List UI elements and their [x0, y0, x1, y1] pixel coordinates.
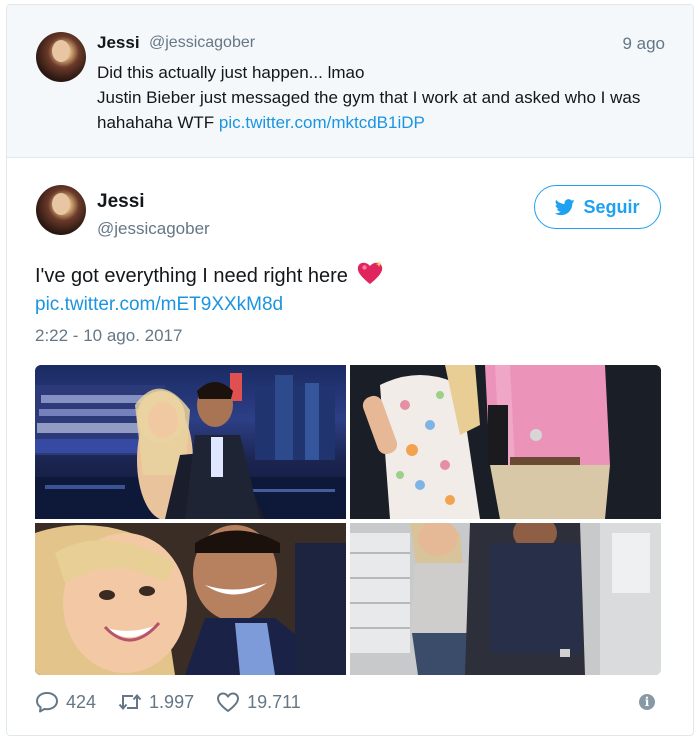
follow-label: Seguir: [583, 196, 640, 217]
tweet-pic-link[interactable]: pic.twitter.com/mET9XXkM8d: [35, 294, 283, 316]
photo-4[interactable]: [350, 523, 661, 675]
reply-icon: [36, 692, 58, 713]
parent-avatar[interactable]: [36, 32, 86, 82]
parent-tweet-text: Did this actually just happen... lmao Ju…: [97, 60, 677, 135]
photo-3-image: [35, 523, 346, 675]
author-name[interactable]: Jessi: [97, 191, 145, 213]
retweet-action[interactable]: 1.997: [118, 691, 194, 713]
parent-pic-link[interactable]: pic.twitter.com/mktcdB1iDP: [219, 113, 425, 132]
retweet-icon: [118, 693, 142, 711]
parent-text-line1: Did this actually just happen... lmao: [97, 63, 365, 82]
photo-4-image: [350, 523, 661, 675]
parent-author-name[interactable]: Jessi: [97, 33, 140, 53]
parent-timestamp[interactable]: 9 ago: [622, 34, 665, 54]
like-action[interactable]: 19.711: [216, 691, 301, 713]
parent-text-line2: Justin Bieber just messaged the gym that…: [97, 85, 677, 135]
reply-action[interactable]: 424: [35, 691, 96, 713]
parent-tweet[interactable]: Jessi @jessicagober 9 ago Did this actua…: [7, 5, 693, 158]
photo-1[interactable]: [35, 365, 346, 519]
embedded-tweet-card: Jessi @jessicagober 9 ago Did this actua…: [6, 4, 694, 736]
photo-2[interactable]: [350, 365, 661, 519]
like-count: 19.711: [247, 691, 301, 712]
heart-icon: [217, 692, 240, 712]
photo-1-image: [35, 373, 346, 519]
retweet-count: 1.997: [149, 691, 195, 712]
photo-grid: [35, 365, 661, 675]
author-handle[interactable]: @jessicagober: [97, 219, 210, 239]
photo-3[interactable]: [35, 523, 346, 675]
parent-author-handle[interactable]: @jessicagober: [149, 34, 255, 52]
heart-emoji-icon: [358, 261, 383, 284]
info-icon[interactable]: i: [639, 694, 655, 710]
tweet-date[interactable]: 2:22 - 10 ago. 2017: [35, 326, 182, 346]
photo-2-image: [350, 365, 661, 519]
follow-button[interactable]: Seguir: [534, 185, 661, 229]
twitter-bird-icon: [555, 198, 576, 215]
reply-count: 424: [66, 691, 97, 712]
tweet-text-body: I've got everything I need right here: [35, 265, 348, 287]
tweet-text: I've got everything I need right here: [35, 261, 383, 288]
tweet-actions: 424 1.997 19.711: [35, 687, 323, 717]
author-avatar[interactable]: [36, 185, 86, 235]
